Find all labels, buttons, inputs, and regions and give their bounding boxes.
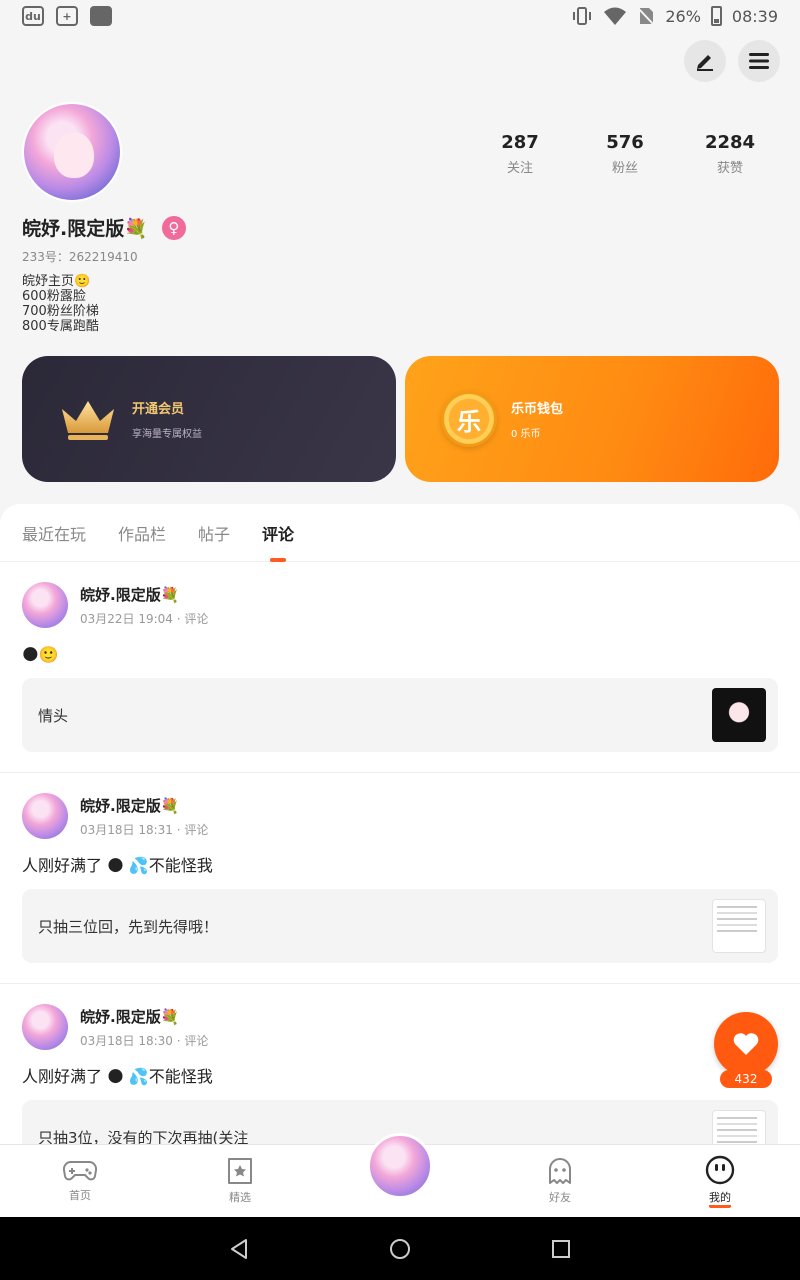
avatar[interactable] [22,1004,68,1050]
app-square-icon [90,6,112,26]
wallet-title: 乐币钱包 [511,402,564,417]
anime-girl-thumbnail [712,688,766,742]
comment-item[interactable]: 皖妤.限定版💐 03月18日 18:30 · 评论 人刚好满了 🌑 💦不能怪我 … [0,984,800,1144]
nav-featured-label: 精选 [229,1191,251,1204]
comment-text: 人刚好满了 🌑 💦不能怪我 [22,856,213,875]
following-label: 关注 [506,161,533,176]
notification-icons: du + [22,6,112,26]
document-thumbnail [712,1110,766,1144]
stat-following[interactable]: 287 关注 [480,132,560,176]
fans-label: 粉丝 [611,161,638,176]
baidu-app-icon: du [22,6,44,26]
quoted-post-title: 情头 [38,706,69,725]
nav-mine-label: 我的 [709,1189,731,1208]
quoted-post-title: 只抽三位回，先到先得哦！ [38,917,219,936]
avatar[interactable] [22,582,68,628]
bio-line: 700粉丝阶梯 [22,304,99,319]
vibrate-icon [573,7,592,25]
comment-text: 🌑🙂 [22,645,59,664]
profile-tabs: 最近在玩 作品栏 帖子 评论 [0,504,800,562]
menu-button[interactable] [738,40,780,82]
comment-text: 人刚好满了 🌑 💦不能怪我 [22,1067,213,1086]
gamepad-icon [63,1160,97,1181]
no-sim-icon [637,7,656,26]
home-icon[interactable] [389,1238,411,1260]
coin-wallet-card[interactable]: 乐 乐币钱包 0 乐币 [405,356,779,482]
profile-avatar[interactable] [22,102,122,202]
back-icon[interactable] [229,1238,249,1260]
smiley-icon [705,1155,735,1184]
like-count-badge: 432 [720,1070,772,1088]
comment-author: 皖妤.限定版💐 [80,1007,180,1026]
nav-friends-label: 好友 [549,1191,571,1204]
status-bar: du + 26% 08:39 [0,0,800,32]
comment-author: 皖妤.限定版💐 [80,796,180,815]
comment-item[interactable]: 皖妤.限定版💐 03月18日 18:31 · 评论 人刚好满了 🌑 💦不能怪我 … [0,773,800,984]
following-count: 287 [501,132,539,153]
clock: 08:39 [731,6,778,26]
comment-item[interactable]: 皖妤.限定版💐 03月22日 19:04 · 评论 🌑🙂 情头 [0,562,800,773]
vip-title: 开通会员 [132,402,185,417]
likes-count: 2284 [704,132,756,153]
crown-icon [62,401,114,440]
likes-label: 获赞 [716,161,743,176]
tab-recently-played[interactable]: 最近在玩 [22,504,86,562]
quoted-post[interactable]: 情头 [22,678,778,752]
bio-line: 800专属跑酷 [22,319,99,334]
nav-home[interactable]: 首页 [0,1145,160,1217]
menu-icon [749,53,769,69]
nav-home-label: 首页 [69,1189,91,1202]
profile-nickname-row: 皖妤.限定版💐 ♀ [22,214,186,241]
comment-header: 皖妤.限定版💐 03月22日 19:04 · 评论 [22,582,778,628]
recents-icon[interactable] [551,1239,571,1259]
bio-line: 皖妤主页🙂 [22,274,91,289]
comment-meta: 03月22日 19:04 · 评论 [80,611,209,626]
comment-meta: 03月18日 18:30 · 评论 [80,1033,209,1048]
battery-percent: 26% [665,6,701,26]
comment-header: 皖妤.限定版💐 03月18日 18:31 · 评论 [22,793,778,839]
profile-nickname: 皖妤.限定版💐 [22,218,148,240]
comment-author: 皖妤.限定版💐 [80,585,180,604]
avatar[interactable] [367,1133,433,1199]
nav-featured[interactable]: 精选 [160,1145,320,1217]
quoted-post-title: 只抽3位，没有的下次再抽(关注 [38,1128,249,1145]
nav-friends[interactable]: 好友 [480,1145,640,1217]
vip-membership-card[interactable]: 开通会员 享海量专属权益 [22,356,396,482]
tab-posts[interactable]: 帖子 [198,504,230,562]
content-panel: 最近在玩 作品栏 帖子 评论 皖妤.限定版💐 03月22日 19:04 · 评论… [0,504,800,1144]
heart-icon [733,1033,759,1055]
tab-works[interactable]: 作品栏 [118,504,166,562]
comment-meta: 03月18日 18:31 · 评论 [80,822,209,837]
like-button[interactable] [714,1012,778,1076]
add-app-icon: + [56,6,78,26]
wifi-icon [604,7,627,25]
profile-bio: 皖妤主页🙂 600粉露脸 700粉丝阶梯 800专属跑酷 [22,274,99,334]
nav-center-avatar[interactable] [320,1133,480,1217]
tab-comments[interactable]: 评论 [262,504,294,562]
document-thumbnail [712,899,766,953]
stat-likes[interactable]: 2284 获赞 [690,132,770,176]
system-navigation-bar [0,1217,800,1280]
coin-icon: 乐 [441,391,497,447]
bottom-navigation: 首页 精选 好友 我的 [0,1133,800,1217]
comment-header: 皖妤.限定版💐 03月18日 18:30 · 评论 [22,1004,778,1050]
pen-icon [697,55,713,71]
star-badge-icon [228,1158,252,1184]
battery-icon [710,6,722,26]
vip-subtitle: 享海量专属权益 [132,429,202,440]
quoted-post[interactable]: 只抽三位回，先到先得哦！ [22,889,778,963]
female-gender-icon: ♀ [161,215,186,240]
ghost-icon [549,1158,571,1184]
nav-mine[interactable]: 我的 [640,1145,800,1217]
avatar[interactable] [22,793,68,839]
stat-fans[interactable]: 576 粉丝 [585,132,665,176]
fans-count: 576 [606,132,644,153]
bio-line: 600粉露脸 [22,289,86,304]
profile-uid: 233号：262219410 [22,250,138,264]
wallet-balance: 0 乐币 [511,429,541,440]
system-indicators: 26% 08:39 [571,6,778,26]
profile-actions [684,40,780,82]
profile-stats: 287 关注 576 粉丝 2284 获赞 [480,132,770,176]
edit-profile-button[interactable] [684,40,726,82]
